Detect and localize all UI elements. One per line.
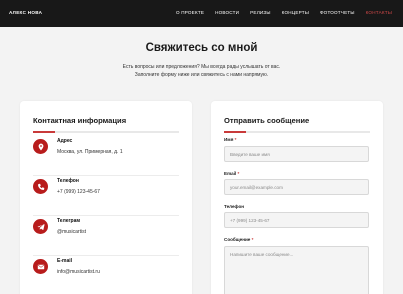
- contact-info-title: Контактная информация: [33, 116, 127, 125]
- page-subtitle-line2: Заполните форму ниже или свяжитесь с нам…: [134, 72, 269, 78]
- location-pin-icon: [33, 139, 48, 154]
- form-title: Отправить сообщение: [224, 116, 310, 125]
- main-nav: О ПРОЕКТЕ НОВОСТИ РЕЛИЗЫ КОНЦЕРТЫ ФОТООТ…: [176, 10, 392, 15]
- phone-value[interactable]: +7 (999) 123-45-67: [57, 189, 100, 195]
- mail-icon: [33, 259, 48, 274]
- contact-item-email: E-mail info@musicartist.ru: [33, 258, 179, 294]
- contact-item-address: Адрес Москва, ул. Примерная, д. 1: [33, 138, 179, 176]
- page-title: Свяжитесь со мной: [145, 42, 258, 54]
- name-field-label: Имя *: [224, 137, 237, 142]
- contact-item-phone: Телефон +7 (999) 123-45-67: [33, 178, 179, 216]
- contact-item-telegram: Телеграм @musicartist: [33, 218, 179, 256]
- email-field-label: Email *: [224, 171, 240, 176]
- message-field-label: Сообщение *: [224, 237, 254, 242]
- address-value: Москва, ул. Примерная, д. 1: [57, 149, 123, 155]
- email-input[interactable]: [224, 179, 369, 195]
- phone-label: Телефон: [57, 178, 79, 184]
- title-underline: [224, 131, 370, 133]
- phone-field-label: Телефон: [224, 204, 245, 209]
- email-label: E-mail: [57, 258, 73, 264]
- telegram-icon: [33, 219, 48, 234]
- message-form-card: Отправить сообщение Имя * Email * Телефо…: [211, 101, 383, 294]
- brand-logo[interactable]: АЛЕКС НОВА: [9, 10, 42, 15]
- name-input[interactable]: [224, 146, 369, 162]
- telegram-label: Телеграм: [57, 218, 81, 224]
- message-textarea[interactable]: [224, 246, 369, 294]
- page-subtitle-line1: Есть вопросы или предложения? Мы всегда …: [122, 64, 281, 70]
- nav-item-news[interactable]: НОВОСТИ: [215, 10, 239, 15]
- phone-icon: [33, 179, 48, 194]
- top-navbar: АЛЕКС НОВА О ПРОЕКТЕ НОВОСТИ РЕЛИЗЫ КОНЦ…: [0, 0, 403, 27]
- nav-item-about[interactable]: О ПРОЕКТЕ: [176, 10, 204, 15]
- title-underline: [33, 131, 179, 133]
- nav-item-releases[interactable]: РЕЛИЗЫ: [250, 10, 271, 15]
- nav-item-photo-reports[interactable]: ФОТООТЧЕТЫ: [320, 10, 355, 15]
- address-label: Адрес: [57, 138, 73, 144]
- phone-input[interactable]: [224, 212, 369, 228]
- nav-item-concerts[interactable]: КОНЦЕРТЫ: [282, 10, 309, 15]
- nav-item-contacts[interactable]: КОНТАКТЫ: [366, 10, 392, 15]
- telegram-value[interactable]: @musicartist: [57, 229, 86, 235]
- contact-info-card: Контактная информация Адрес Москва, ул. …: [20, 101, 192, 294]
- email-value[interactable]: info@musicartist.ru: [57, 269, 100, 275]
